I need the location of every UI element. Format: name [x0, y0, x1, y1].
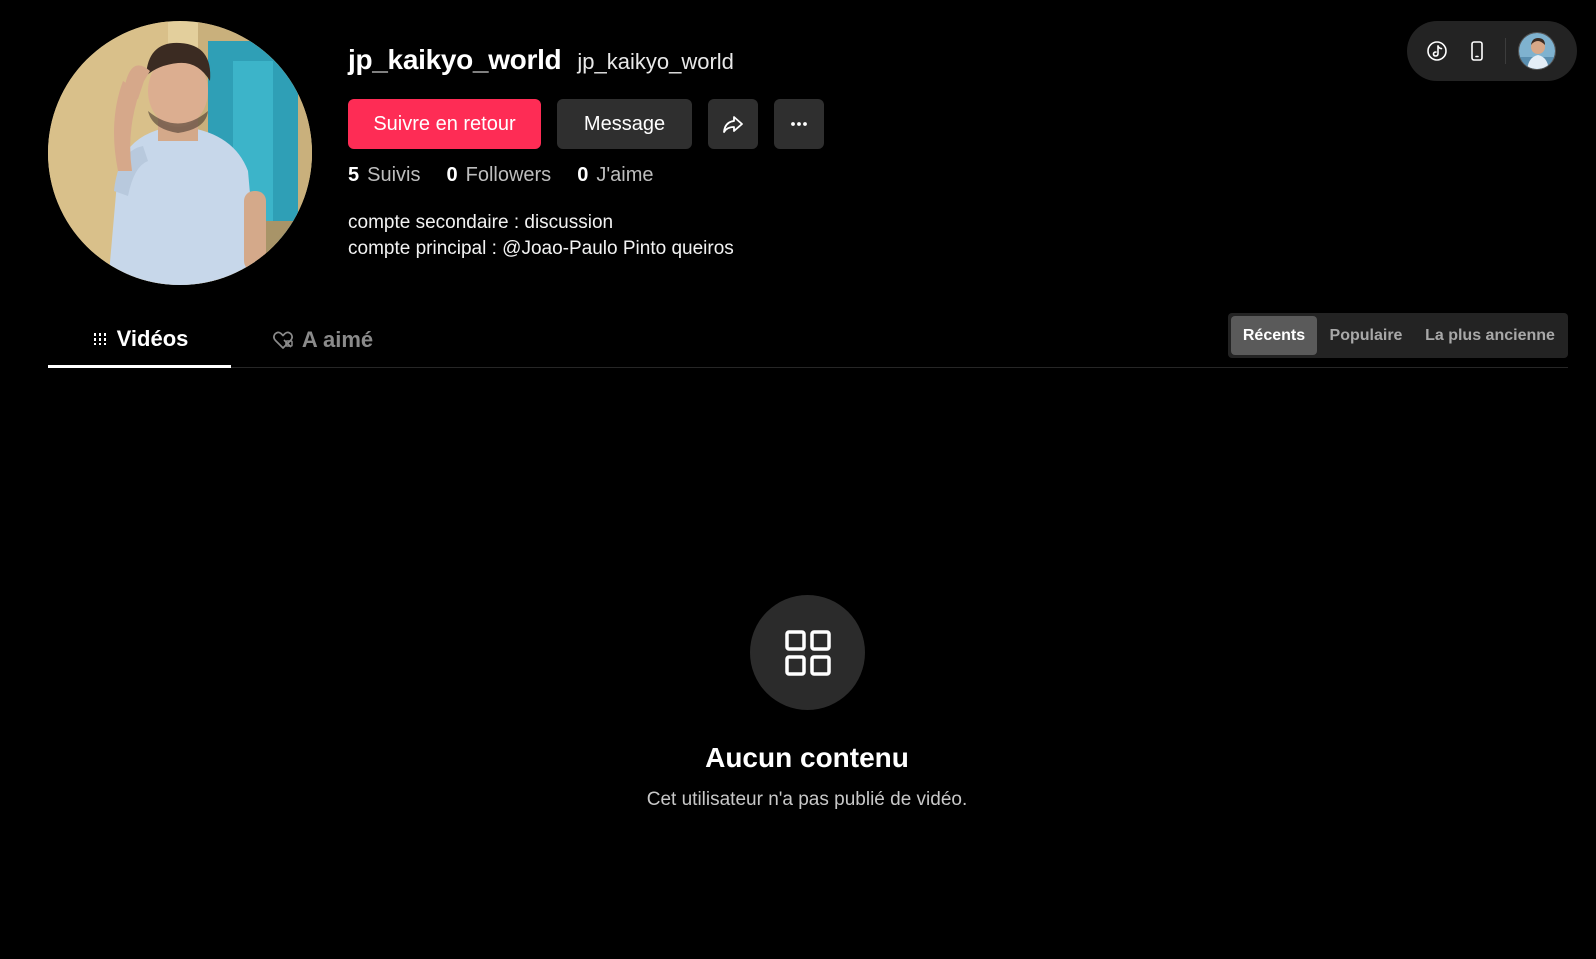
- following-stat[interactable]: 5 Suivis: [348, 164, 420, 187]
- share-arrow-icon: [723, 116, 743, 133]
- bio-line: compte secondaire : discussion: [348, 212, 614, 233]
- empty-state-icon-circle: [750, 595, 865, 710]
- more-options-button[interactable]: [774, 99, 824, 149]
- profile-username: jp_kaikyo_world: [348, 44, 562, 75]
- more-dots-icon: [791, 122, 807, 126]
- tab-videos[interactable]: Vidéos: [48, 312, 231, 368]
- follow-back-button[interactable]: Suivre en retour: [348, 99, 541, 149]
- tab-videos-label: Vidéos: [116, 325, 189, 351]
- likes-label: J'aime: [596, 164, 654, 186]
- profile-page: jp_kaikyo_world jp_kaikyo_world Suivre e…: [0, 0, 1596, 959]
- grid-icon: [784, 629, 831, 676]
- profile-avatar[interactable]: [48, 21, 312, 285]
- tiktok-logo-icon[interactable]: [1425, 39, 1449, 63]
- tab-liked[interactable]: A aimé: [231, 312, 414, 368]
- profile-actions: Suivre en retour Message: [348, 99, 824, 149]
- likes-stat: 0 J'aime: [577, 164, 653, 187]
- name-row: jp_kaikyo_world jp_kaikyo_world: [348, 44, 734, 84]
- empty-state-title: Aucun contenu: [705, 742, 909, 773]
- videos-grid-icon: [93, 332, 106, 345]
- followers-count: 0: [446, 164, 458, 186]
- sort-recent-button[interactable]: Récents: [1231, 316, 1317, 355]
- sort-toggle-group: Récents Populaire La plus ancienne: [1228, 313, 1568, 358]
- followers-label: Followers: [465, 164, 552, 186]
- tab-liked-label: A aimé: [301, 327, 374, 352]
- empty-state-description: Cet utilisateur n'a pas publié de vidéo.: [646, 789, 968, 810]
- profile-nickname: jp_kaikyo_world: [577, 49, 734, 74]
- bio-line: compte principal : @Joao-Paulo Pinto que…: [348, 238, 734, 259]
- following-count: 5: [348, 164, 360, 186]
- sort-popular-button[interactable]: Populaire: [1317, 316, 1415, 355]
- followers-stat[interactable]: 0 Followers: [446, 164, 551, 187]
- message-button[interactable]: Message: [557, 99, 692, 149]
- profile-bio: compte secondaire : discussion compte pr…: [348, 210, 734, 262]
- following-label: Suivis: [367, 164, 421, 186]
- toolbar-divider: [1505, 38, 1506, 64]
- share-button[interactable]: [708, 99, 758, 149]
- phone-icon[interactable]: [1465, 39, 1489, 63]
- user-avatar[interactable]: [1518, 32, 1556, 70]
- liked-heart-icon: [272, 331, 293, 349]
- profile-stats: 5 Suivis 0 Followers 0 J'aime: [348, 164, 653, 187]
- profile-header: jp_kaikyo_world jp_kaikyo_world: [348, 44, 734, 84]
- likes-count: 0: [577, 164, 589, 186]
- sort-oldest-button[interactable]: La plus ancienne: [1415, 316, 1565, 355]
- avatar-photo: [48, 21, 312, 285]
- top-right-toolbar: [1407, 21, 1577, 81]
